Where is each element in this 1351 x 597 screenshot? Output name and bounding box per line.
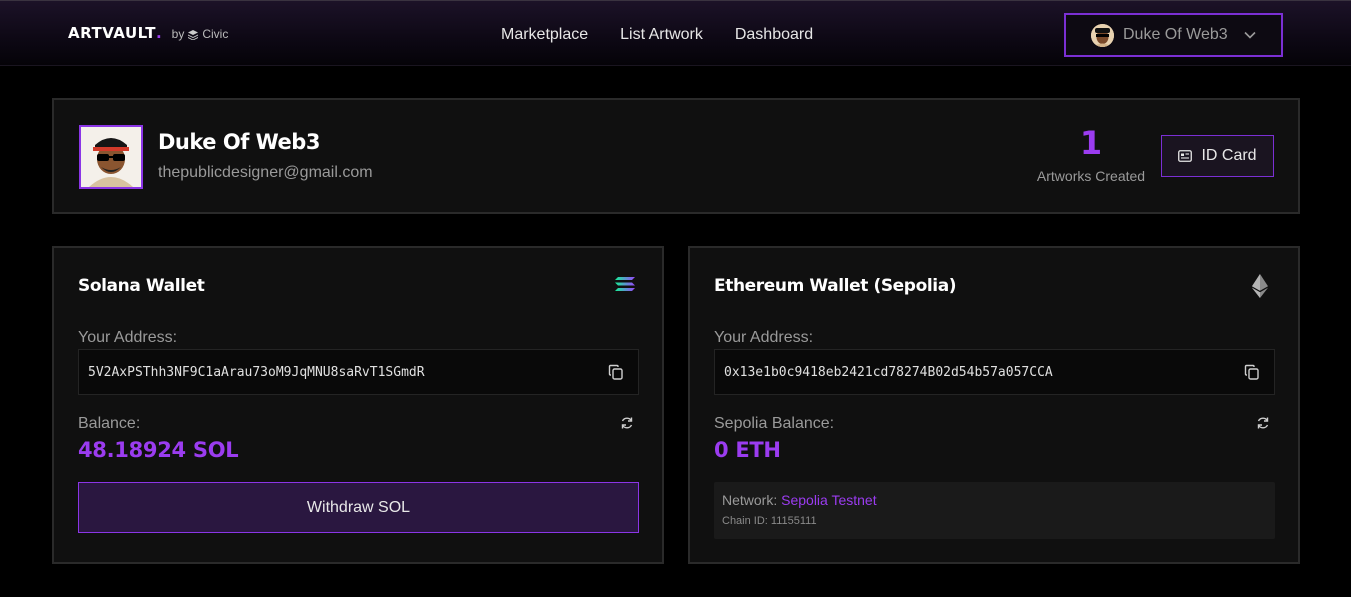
ethereum-wallet-title: Ethereum Wallet (Sepolia): [714, 276, 957, 296]
network-label: Network:: [722, 492, 778, 508]
solana-address-field[interactable]: 5V2AxPSThh3NF9C1aArau73oM9JqMNU8saRvT1SG…: [78, 349, 639, 395]
ethereum-address-label: Your Address:: [714, 329, 814, 346]
network-value: Sepolia Testnet: [781, 492, 877, 508]
profile-avatar: [79, 125, 143, 189]
avatar: [1091, 23, 1114, 47]
ethereum-address-value: 0x13e1b0c9418eb2421cd78274B02d54b57a057C…: [724, 364, 1053, 380]
partner-label: Civic: [202, 27, 229, 41]
chain-id: Chain ID: 11155111: [722, 515, 817, 527]
top-navbar: ARTVAULT . by Civic Marketplace List Art…: [0, 0, 1351, 66]
solana-logo-icon: [615, 277, 635, 291]
withdraw-sol-button[interactable]: Withdraw SOL: [78, 482, 639, 533]
profile-email: thepublicdesigner@gmail.com: [158, 164, 373, 181]
solana-balance-label: Balance:: [78, 415, 141, 432]
ethereum-address-field[interactable]: 0x13e1b0c9418eb2421cd78274B02d54b57a057C…: [714, 349, 1275, 395]
network-line: Network: Sepolia Testnet: [722, 492, 877, 508]
by-label: by: [171, 27, 185, 41]
app-logo[interactable]: ARTVAULT . by Civic: [68, 24, 228, 42]
main-nav: Marketplace List Artwork Dashboard: [501, 26, 813, 44]
solana-balance-value: 48.18924 SOL: [78, 438, 239, 462]
network-info: Network: Sepolia Testnet Chain ID: 11155…: [714, 482, 1275, 539]
ethereum-balance-label: Sepolia Balance:: [714, 415, 835, 432]
profile-name: Duke Of Web3: [158, 130, 320, 154]
nav-marketplace[interactable]: Marketplace: [501, 26, 588, 44]
artworks-label: Artworks Created: [1036, 168, 1146, 184]
solana-address-label: Your Address:: [78, 329, 178, 346]
user-menu-button[interactable]: Duke Of Web3: [1064, 13, 1283, 57]
logo-dot: .: [155, 24, 162, 42]
nav-dashboard[interactable]: Dashboard: [735, 26, 813, 44]
solana-wallet-card: Solana Wallet Your Address: 5V2AxPSThh3N…: [52, 246, 664, 564]
id-card-icon: [1178, 150, 1193, 162]
ethereum-logo-icon: [1252, 274, 1268, 298]
solana-address-value: 5V2AxPSThh3NF9C1aArau73oM9JqMNU8saRvT1SG…: [88, 364, 425, 380]
solana-wallet-title: Solana Wallet: [78, 276, 205, 296]
id-card-button[interactable]: ID Card: [1161, 135, 1274, 177]
id-card-label: ID Card: [1201, 147, 1257, 164]
profile-card: Duke Of Web3 thepublicdesigner@gmail.com…: [52, 98, 1300, 214]
artworks-count: 1: [1079, 124, 1103, 162]
copy-icon[interactable]: [1244, 364, 1260, 380]
powered-by: by Civic: [172, 27, 229, 41]
refresh-icon[interactable]: [1256, 416, 1270, 430]
ethereum-balance-value: 0 ETH: [714, 438, 781, 462]
user-menu-label: Duke Of Web3: [1123, 26, 1228, 43]
nav-list-artwork[interactable]: List Artwork: [620, 26, 703, 44]
chevron-down-icon: [1244, 31, 1256, 39]
civic-stack-icon: [188, 30, 199, 40]
ethereum-wallet-card: Ethereum Wallet (Sepolia) Your Address: …: [688, 246, 1300, 564]
refresh-icon[interactable]: [620, 416, 634, 430]
logo-text: ARTVAULT: [68, 24, 156, 42]
copy-icon[interactable]: [608, 364, 624, 380]
